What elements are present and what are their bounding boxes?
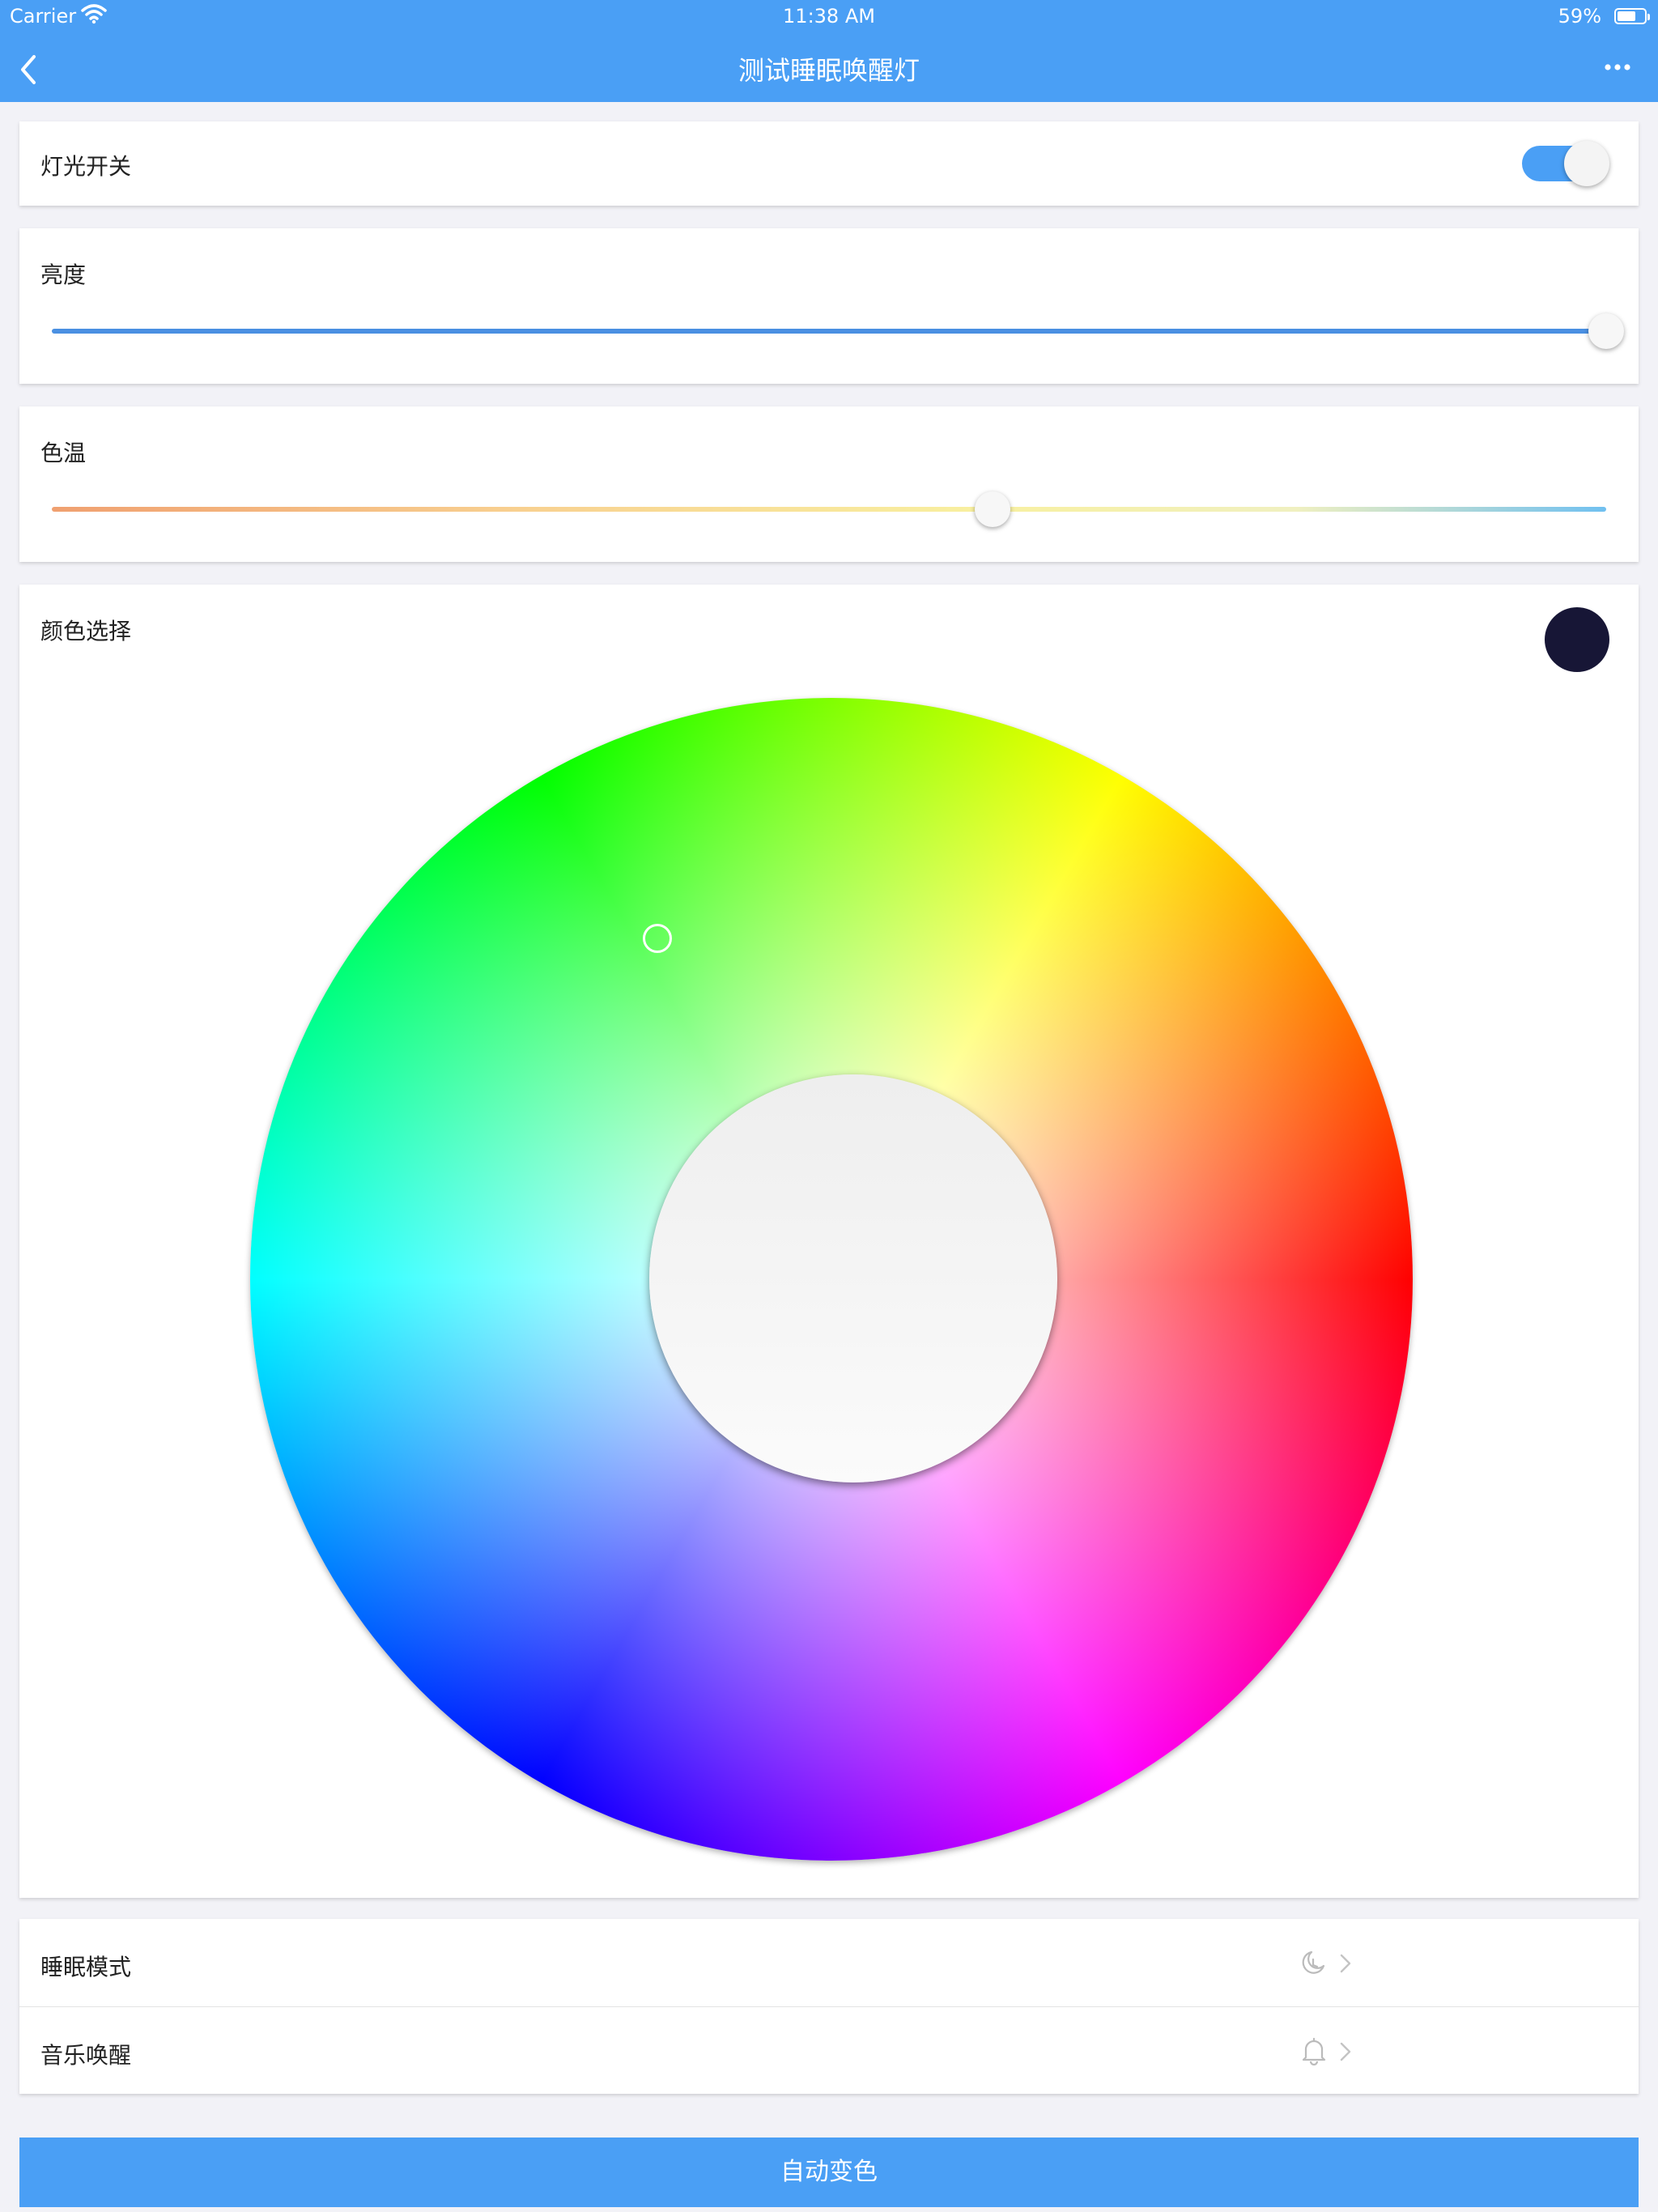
light-switch-label: 灯光开关 (40, 153, 132, 180)
battery-icon (1614, 8, 1650, 24)
more-options-icon[interactable] (1601, 55, 1634, 79)
sleep-mode-label: 睡眠模式 (40, 1954, 132, 1980)
brightness-label: 亮度 (40, 262, 87, 288)
chevron-right-icon (1340, 2042, 1351, 2061)
color-select-label: 颜色选择 (40, 618, 132, 644)
selected-color-swatch[interactable] (1545, 607, 1609, 672)
brightness-slider-track[interactable] (52, 329, 1606, 334)
color-temperature-label: 色温 (40, 440, 87, 466)
music-wake-label: 音乐唤醒 (40, 2042, 132, 2069)
status-time: 11:38 AM (783, 5, 875, 28)
moon-clock-icon (1302, 1950, 1325, 1974)
mode-list: 睡眠模式 音乐唤醒 (19, 1919, 1639, 2094)
color-wheel-marker[interactable] (643, 924, 672, 953)
color-temperature-card: 色温 (19, 406, 1639, 562)
status-bar: Carrier 11:38 AM 59% (0, 0, 1658, 32)
light-switch-card: 灯光开关 (19, 121, 1639, 206)
page-title: 测试睡眠唤醒灯 (738, 55, 920, 86)
brightness-card: 亮度 (19, 228, 1639, 384)
light-switch-toggle[interactable] (1522, 141, 1609, 186)
navigation-bar: Carrier 11:38 AM 59% 测试睡眠唤醒灯 (0, 0, 1658, 102)
toggle-knob[interactable] (1564, 141, 1609, 186)
color-select-card: 颜色选择 (19, 585, 1639, 1898)
color-temperature-slider-track[interactable] (52, 507, 1606, 512)
color-temperature-slider-thumb[interactable] (974, 491, 1010, 527)
bell-icon (1302, 2037, 1326, 2065)
auto-color-button[interactable]: 自动变色 (19, 2138, 1639, 2207)
chevron-right-icon (1340, 1954, 1351, 1973)
battery-percent: 59% (1558, 5, 1601, 28)
brightness-slider-thumb[interactable] (1588, 313, 1624, 349)
color-wheel-center-button[interactable] (649, 1074, 1057, 1482)
music-wake-row[interactable]: 音乐唤醒 (19, 2007, 1639, 2095)
sleep-mode-row[interactable]: 睡眠模式 (19, 1919, 1639, 2007)
